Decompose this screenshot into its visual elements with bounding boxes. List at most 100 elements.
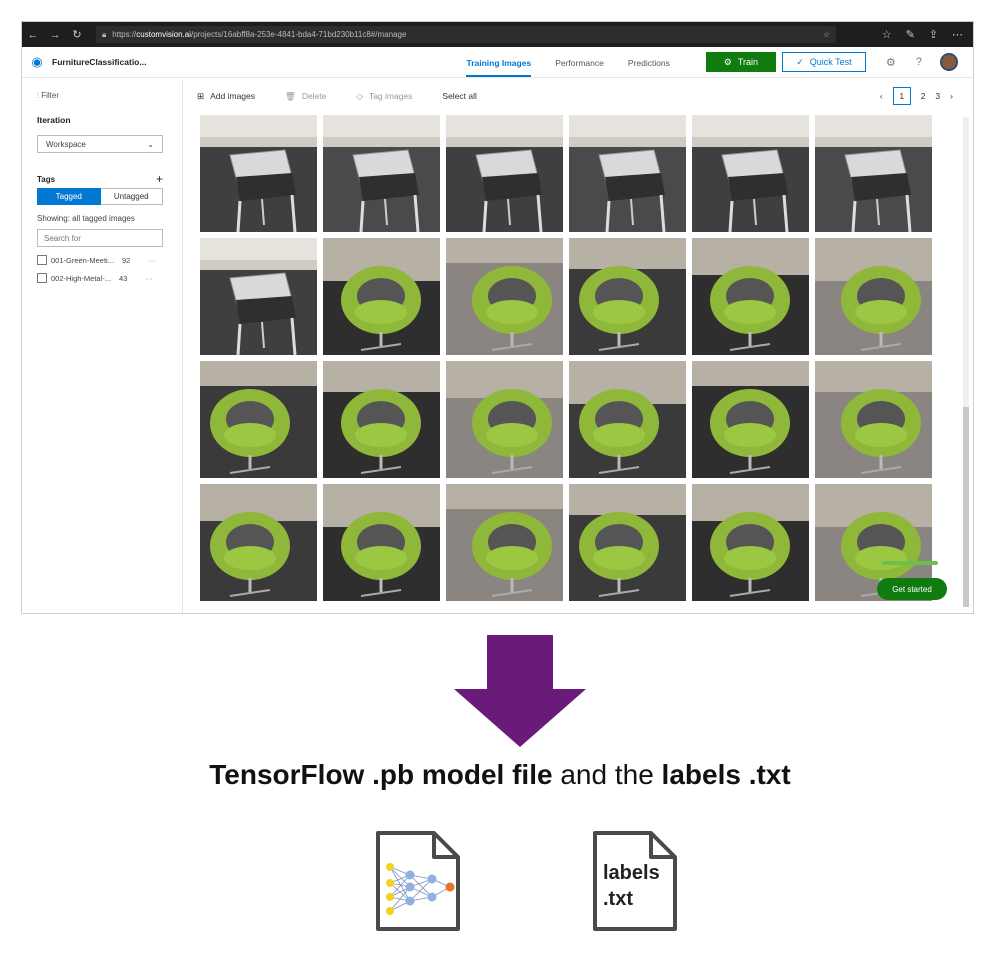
image-thumbnail-green-chair[interactable] (815, 361, 932, 478)
page-3[interactable]: 3 (935, 91, 940, 101)
image-thumbnail-green-chair[interactable] (692, 361, 809, 478)
back-icon[interactable]: ← (22, 29, 44, 41)
tab-predictions[interactable]: Predictions (628, 47, 670, 77)
favorites-icon[interactable]: ☆ (882, 28, 892, 41)
down-arrow-icon (454, 635, 586, 747)
settings-icon[interactable]: ⚙ (886, 56, 896, 69)
tagged-button[interactable]: Tagged (37, 188, 101, 205)
quick-test-label: Quick Test (809, 57, 852, 67)
add-images-label: Add images (210, 91, 256, 101)
iteration-select[interactable]: Workspace ⌄ (37, 135, 163, 153)
tag-images-label: Tag images (368, 91, 413, 101)
image-thumbnail-high-metal-chair[interactable] (200, 238, 317, 355)
tag-item[interactable]: 002-High-Metal-... 43 ··· (37, 273, 182, 283)
image-thumbnail-green-chair[interactable] (323, 238, 440, 355)
prev-page-icon[interactable]: ‹ (880, 91, 883, 101)
image-thumbnail-high-metal-chair[interactable] (815, 115, 932, 232)
iteration-label: Iteration (37, 115, 71, 125)
delete-button[interactable]: 🗑︎ Delete (285, 91, 326, 102)
delete-label: Delete (301, 91, 327, 101)
check-icon: ✓ (796, 56, 804, 67)
url-prefix: https:// (112, 30, 137, 39)
tag-images-button[interactable]: ◇ Tag images (356, 91, 412, 102)
filter-label: Filter (41, 91, 60, 100)
caption-middle: and the (552, 759, 662, 790)
image-thumbnail-high-metal-chair[interactable] (323, 115, 440, 232)
scrollbar-thumb[interactable] (963, 407, 969, 607)
pen-icon[interactable]: ✎ (906, 28, 915, 41)
untagged-button[interactable]: Untagged (100, 188, 163, 205)
image-thumbnail-green-chair[interactable] (200, 361, 317, 478)
page-2[interactable]: 2 (921, 91, 926, 101)
image-thumbnail-green-chair[interactable] (569, 238, 686, 355)
next-page-icon[interactable]: › (950, 91, 953, 101)
tag-item[interactable]: 001-Green-Meeti... 92 ··· (37, 255, 182, 265)
gears-icon: ⚙ (723, 56, 732, 67)
help-icon[interactable]: ? (916, 56, 922, 68)
image-toolbar: ⊞ Add images 🗑︎ Delete ◇ Tag images Sele… (197, 79, 973, 113)
add-image-icon: ⊞ (197, 90, 205, 101)
tag-more-icon[interactable]: ··· (148, 256, 156, 265)
image-thumbnail-green-chair[interactable] (692, 484, 809, 601)
avatar[interactable] (939, 53, 958, 71)
image-thumbnail-green-chair[interactable] (323, 361, 440, 478)
get-started-button[interactable]: Get started (877, 578, 947, 600)
tag-more-icon[interactable]: ··· (145, 274, 153, 283)
tags-label: Tags (37, 175, 56, 184)
select-all-label: Select all (442, 91, 477, 101)
image-thumbnail-high-metal-chair[interactable] (446, 115, 563, 232)
sidebar: ⫶ Filter Iteration Workspace ⌄ Tags + Ta… (22, 79, 183, 613)
image-thumbnail-green-chair[interactable] (569, 484, 686, 601)
filter-toggle[interactable]: ⫶ Filter (37, 91, 182, 101)
iteration-value: Workspace (46, 139, 86, 149)
image-thumbnail-green-chair[interactable] (323, 484, 440, 601)
tab-training-images[interactable]: Training Images (466, 47, 532, 77)
trash-icon: 🗑︎ (285, 90, 296, 101)
chevron-down-icon: ⌄ (147, 139, 154, 149)
image-thumbnail-green-chair[interactable] (815, 238, 932, 355)
select-all-button[interactable]: Select all (442, 91, 477, 101)
lock-icon: 🔒︎ (102, 29, 107, 39)
tab-performance[interactable]: Performance (555, 47, 604, 77)
tag-checkbox[interactable] (37, 255, 47, 265)
image-thumbnail-high-metal-chair[interactable] (692, 115, 809, 232)
showing-text: Showing: all tagged images (37, 214, 135, 223)
scrollbar[interactable] (963, 117, 969, 607)
image-thumbnail-green-chair[interactable] (569, 361, 686, 478)
image-thumbnail-green-chair[interactable] (446, 238, 563, 355)
tag-name: 001-Green-Meeti... (51, 255, 114, 265)
tag-search-input[interactable] (37, 229, 163, 247)
forward-icon[interactable]: → (44, 29, 66, 41)
refresh-icon[interactable]: ↻ (66, 28, 88, 41)
caption-labels: labels .txt (661, 759, 791, 790)
pagination: ‹ 1 2 3 › (880, 87, 953, 105)
address-bar[interactable]: 🔒︎ https://customvision.ai/projects/16ab… (96, 26, 836, 43)
add-images-button[interactable]: ⊞ Add images (197, 91, 255, 102)
star-icon[interactable]: ☆ (823, 30, 830, 39)
more-icon[interactable]: ⋯ (952, 28, 963, 41)
tag-checkbox[interactable] (37, 273, 47, 283)
tag-icon: ◇ (356, 90, 363, 101)
image-thumbnail-green-chair[interactable] (446, 361, 563, 478)
quick-test-button[interactable]: ✓ Quick Test (781, 52, 866, 72)
project-name[interactable]: FurnitureClassificatio... (52, 57, 146, 67)
train-label: Train (737, 57, 759, 67)
add-tag-icon[interactable]: + (156, 173, 163, 185)
labels-file-icon: labels .txt (593, 831, 677, 931)
page-1[interactable]: 1 (892, 87, 911, 105)
image-thumbnail-high-metal-chair[interactable] (200, 115, 317, 232)
tag-count: 43 (119, 273, 128, 283)
labels-icon-line1: labels (603, 862, 660, 884)
share-icon[interactable]: ⇪ (929, 28, 938, 41)
filter-icon: ⫶ (37, 91, 39, 100)
neural-network-file-icon (376, 831, 460, 931)
image-thumbnail-green-chair[interactable] (446, 484, 563, 601)
eye-icon[interactable]: ◉ (22, 54, 52, 70)
train-button[interactable]: ⚙ Train (705, 52, 776, 72)
image-thumbnail-green-chair[interactable] (692, 238, 809, 355)
image-thumbnail-green-chair[interactable] (200, 484, 317, 601)
caption: TensorFlow .pb model file and the labels… (0, 759, 1000, 791)
image-thumbnail-high-metal-chair[interactable] (569, 115, 686, 232)
caption-model: TensorFlow .pb model file (209, 759, 553, 790)
url-path: /projects/16abff8a-253e-4841-bda4-71bd23… (190, 30, 407, 39)
